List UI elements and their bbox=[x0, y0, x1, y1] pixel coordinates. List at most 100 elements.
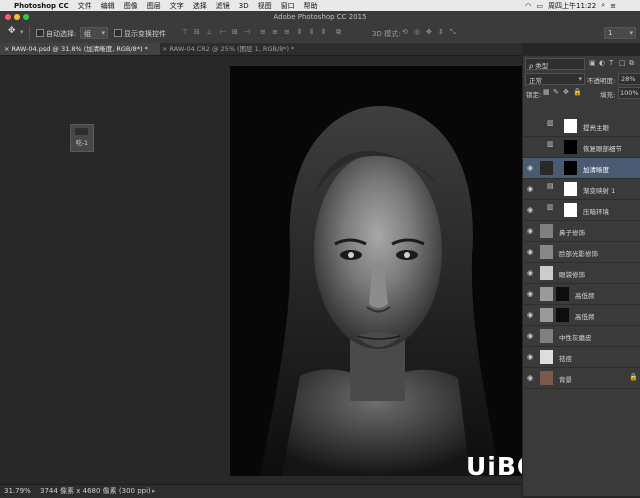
battery-icon[interactable]: ▭ bbox=[536, 2, 543, 10]
eye-icon[interactable]: ◉ bbox=[527, 311, 533, 319]
menu-item-edit[interactable]: 编辑 bbox=[101, 1, 115, 11]
move-tool-icon[interactable]: ✥ bbox=[8, 26, 16, 36]
chevron-down-icon[interactable]: ▾ bbox=[20, 28, 24, 36]
auto-select-checkbox[interactable] bbox=[36, 29, 44, 37]
layer-thumbnail[interactable] bbox=[540, 245, 553, 259]
lock-image-icon[interactable]: ✎ bbox=[553, 88, 559, 96]
eye-icon[interactable]: ◉ bbox=[527, 374, 533, 382]
chevron-right-icon[interactable]: ▸ bbox=[152, 485, 156, 497]
blend-mode-dropdown[interactable]: 正常 ▾ bbox=[525, 73, 585, 85]
menu-list-icon[interactable]: ≡ bbox=[610, 2, 616, 10]
3d-pan-icon[interactable]: ✥ bbox=[426, 28, 432, 36]
layer-row[interactable]: ◉ 鼻子修饰 bbox=[523, 221, 640, 242]
layer-row[interactable]: □ ▥ 提亮主眼 bbox=[523, 116, 640, 137]
eye-icon[interactable]: ◉ bbox=[527, 248, 533, 256]
menu-item-view[interactable]: 视图 bbox=[258, 1, 272, 11]
distribute-hcenter-icon[interactable]: ⦀ bbox=[310, 28, 313, 37]
menu-item-filter[interactable]: 滤镜 bbox=[216, 1, 230, 11]
align-right-icon[interactable]: ⊣ bbox=[244, 28, 250, 36]
wifi-icon[interactable]: ◠ bbox=[525, 2, 531, 10]
menu-item-select[interactable]: 选择 bbox=[193, 1, 207, 11]
auto-select-dropdown[interactable]: 组 ▾ bbox=[80, 27, 108, 39]
distribute-left-icon[interactable]: ⦀ bbox=[298, 28, 301, 37]
show-transform-checkbox[interactable] bbox=[114, 29, 122, 37]
eye-icon[interactable]: ◉ bbox=[527, 332, 533, 340]
layer-mask-thumbnail[interactable] bbox=[564, 119, 577, 133]
layer-mask-thumbnail[interactable] bbox=[564, 161, 577, 175]
tab-raw04-cr2[interactable]: × RAW-04.CR2 @ 25% (图层 1, RGB/8*) * bbox=[158, 43, 316, 55]
visibility-toggle-hidden[interactable]: □ bbox=[527, 143, 534, 151]
auto-align-icon[interactable]: ⧉ bbox=[336, 28, 341, 37]
menu-item-layer[interactable]: 图层 bbox=[147, 1, 161, 11]
eye-icon[interactable]: ◉ bbox=[527, 227, 533, 235]
eye-icon[interactable]: ◉ bbox=[527, 353, 533, 361]
layer-mask-thumbnail[interactable] bbox=[556, 287, 569, 301]
layer-row[interactable]: ◉ 高低频 bbox=[523, 305, 640, 326]
menu-item-3d[interactable]: 3D bbox=[239, 2, 249, 10]
layer-filter-dropdown[interactable]: ρ 类型 bbox=[525, 58, 585, 70]
menu-item-window[interactable]: 窗口 bbox=[281, 1, 295, 11]
filter-pixel-icon[interactable]: ▣ bbox=[589, 59, 596, 67]
fill-input[interactable]: 100% bbox=[618, 87, 640, 99]
eye-icon[interactable]: ◉ bbox=[527, 290, 533, 298]
filter-type-icon[interactable]: T bbox=[609, 59, 613, 67]
close-window-icon[interactable] bbox=[5, 14, 11, 20]
lock-transparent-icon[interactable]: ▦ bbox=[543, 88, 550, 96]
minimize-window-icon[interactable] bbox=[14, 14, 20, 20]
filter-adjustment-icon[interactable]: ◐ bbox=[599, 59, 605, 67]
eye-icon[interactable]: ◉ bbox=[527, 185, 533, 193]
eye-icon[interactable]: ◉ bbox=[527, 164, 533, 172]
menubar-clock[interactable]: 周四上午11:22 bbox=[548, 1, 596, 11]
eye-icon[interactable]: ◉ bbox=[527, 206, 533, 214]
layer-thumbnail[interactable] bbox=[540, 224, 553, 238]
lock-all-icon[interactable]: 🔒 bbox=[573, 88, 582, 96]
layer-mask-thumbnail[interactable] bbox=[564, 203, 577, 217]
3d-slide-icon[interactable]: ⇕ bbox=[438, 28, 444, 36]
zoom-window-icon[interactable] bbox=[23, 14, 29, 20]
distribute-bottom-icon[interactable]: ≡ bbox=[284, 28, 290, 36]
filter-smart-object-icon[interactable]: ⧉ bbox=[629, 59, 634, 68]
layer-thumbnail[interactable] bbox=[540, 350, 553, 364]
3d-roll-icon[interactable]: ◎ bbox=[414, 28, 420, 36]
layer-row[interactable]: ◉ 眼袋修饰 bbox=[523, 263, 640, 284]
document-info[interactable]: 3744 像素 x 4680 像素 (300 ppi) bbox=[40, 485, 151, 497]
close-tab-icon[interactable]: × bbox=[162, 45, 167, 53]
menu-item-help[interactable]: 帮助 bbox=[304, 1, 318, 11]
layer-mask-thumbnail[interactable] bbox=[564, 140, 577, 154]
layer-mask-thumbnail[interactable] bbox=[564, 182, 577, 196]
opacity-input[interactable]: 28% bbox=[618, 73, 640, 85]
layer-row[interactable]: ◉ 脸部光影修饰 bbox=[523, 242, 640, 263]
align-vcenter-icon[interactable]: ⊟ bbox=[194, 28, 200, 36]
layer-thumbnail[interactable] bbox=[540, 266, 553, 280]
filter-shape-icon[interactable]: □ bbox=[619, 59, 626, 67]
layer-row[interactable]: □ ▥ 恢复眼部细节 bbox=[523, 137, 640, 158]
3d-scale-icon[interactable]: ⤡ bbox=[450, 28, 456, 37]
layer-row-selected[interactable]: ◉ 加清晰度 bbox=[523, 158, 640, 179]
menu-item-file[interactable]: 文件 bbox=[78, 1, 92, 11]
distribute-right-icon[interactable]: ⦀ bbox=[322, 28, 325, 37]
zoom-level[interactable]: 31.79% bbox=[4, 485, 31, 497]
layer-thumbnail[interactable] bbox=[540, 161, 553, 175]
spotlight-icon[interactable]: ⌕ bbox=[601, 1, 605, 10]
tab-raw04-psd[interactable]: × RAW-04.psd @ 31.8% (加清晰度, RGB/8*) * bbox=[0, 43, 160, 55]
layer-row[interactable]: ◉ ▥ 压暗环境 bbox=[523, 200, 640, 221]
distribute-vcenter-icon[interactable]: ≡ bbox=[272, 28, 278, 36]
3d-rotate-icon[interactable]: ⟲ bbox=[402, 28, 408, 36]
visibility-toggle-hidden[interactable]: □ bbox=[527, 122, 534, 130]
layer-row[interactable]: ◉ 祛痘 bbox=[523, 347, 640, 368]
layer-mask-thumbnail[interactable] bbox=[556, 308, 569, 322]
align-hcenter-icon[interactable]: ⊞ bbox=[232, 28, 238, 36]
layer-row[interactable]: ◉ 高低频 bbox=[523, 284, 640, 305]
layer-thumbnail[interactable] bbox=[540, 287, 553, 301]
eye-icon[interactable]: ◉ bbox=[527, 269, 533, 277]
workspace-dropdown[interactable]: 1 ▾ bbox=[604, 27, 636, 39]
layer-thumbnail[interactable] bbox=[540, 371, 553, 385]
close-tab-icon[interactable]: × bbox=[4, 45, 9, 53]
align-left-icon[interactable]: ⊢ bbox=[220, 28, 226, 36]
layer-thumbnail[interactable] bbox=[540, 308, 553, 322]
menu-item-type[interactable]: 文字 bbox=[170, 1, 184, 11]
distribute-top-icon[interactable]: ≡ bbox=[260, 28, 266, 36]
layer-row[interactable]: ◉ ▤ 渐变映射 1 bbox=[523, 179, 640, 200]
layer-thumbnail[interactable] bbox=[540, 329, 553, 343]
menu-app-name[interactable]: Photoshop CC bbox=[14, 2, 69, 10]
